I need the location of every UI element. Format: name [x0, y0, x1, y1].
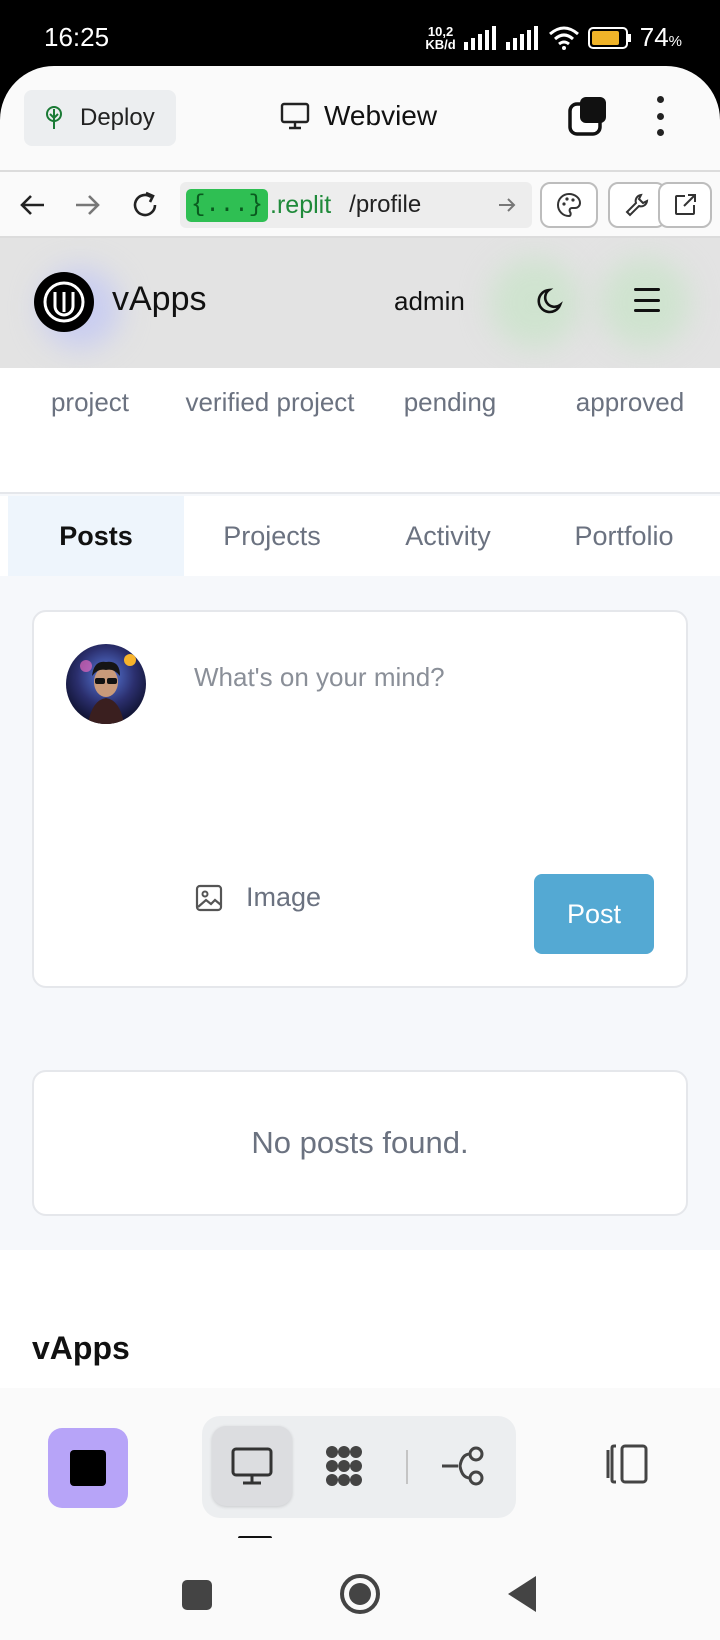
- view-switcher: [202, 1416, 516, 1518]
- recents-icon[interactable]: [182, 1580, 212, 1610]
- stop-icon: [70, 1450, 106, 1486]
- git-tab[interactable]: [424, 1426, 504, 1506]
- deploy-button[interactable]: Deploy: [24, 90, 176, 146]
- url-bar: {...} .replit /profile: [0, 170, 720, 238]
- divider: [406, 1450, 408, 1484]
- tab-portfolio[interactable]: Portfolio: [536, 496, 712, 576]
- palette-icon: [557, 192, 582, 218]
- battery-percent: 74%: [639, 22, 682, 52]
- webview-tab[interactable]: [212, 1426, 292, 1506]
- more-options-icon[interactable]: [648, 96, 672, 136]
- webview-title[interactable]: Webview: [280, 100, 437, 132]
- tabs-icon[interactable]: [568, 96, 608, 136]
- url-domain: .replit: [270, 190, 332, 219]
- go-arrow-icon[interactable]: [496, 194, 518, 216]
- bg-blob: [490, 258, 580, 348]
- add-image-button[interactable]: Image: [194, 882, 321, 913]
- dock-panel-icon[interactable]: [604, 1444, 652, 1484]
- tab-projects[interactable]: Projects: [184, 496, 360, 576]
- stat-verified-project: verified project: [185, 387, 355, 417]
- app-brand[interactable]: vApps: [112, 280, 207, 319]
- wrench-icon: [625, 193, 649, 217]
- monitor-icon: [231, 1447, 273, 1485]
- app-header: vApps admin: [0, 238, 720, 368]
- tab-activity[interactable]: Activity: [360, 496, 536, 576]
- avatar-image: [66, 644, 146, 724]
- avatar[interactable]: [66, 644, 146, 724]
- replit-bottom-toolbar: [0, 1388, 720, 1540]
- url-input[interactable]: {...} .replit /profile: [180, 182, 532, 228]
- battery-icon: [587, 26, 631, 49]
- agent-icon: [326, 1446, 362, 1486]
- stat-project: project: [50, 387, 130, 417]
- theme-palette-button[interactable]: [540, 182, 598, 228]
- webview-label: Webview: [324, 100, 438, 131]
- open-external-button[interactable]: [658, 182, 712, 228]
- stat-pending: pending: [403, 387, 497, 417]
- post-composer: What's on your mind? Image Post: [32, 610, 688, 988]
- logo-mark-icon: [43, 281, 85, 323]
- status-bar: 16:25 10,2 KB/d 74%: [0, 0, 720, 72]
- network-speed: 10,2 KB/d: [425, 23, 456, 52]
- stat-approved: approved: [575, 387, 685, 417]
- replit-header: Deploy Webview: [0, 66, 720, 170]
- menu-icon[interactable]: [634, 288, 660, 312]
- url-badge: {...}: [186, 188, 269, 222]
- wifi-icon: [548, 26, 579, 50]
- branch-icon: [442, 1446, 484, 1486]
- image-icon: [195, 884, 223, 911]
- image-label: Image: [246, 882, 322, 912]
- signal-icon: [463, 25, 496, 50]
- agent-tab[interactable]: [304, 1426, 384, 1506]
- footer-brand[interactable]: vApps: [32, 1330, 130, 1367]
- deploy-icon: [46, 106, 62, 129]
- tab-posts[interactable]: Posts: [8, 496, 184, 576]
- moon-icon[interactable]: [536, 286, 566, 316]
- status-time: 16:25: [44, 22, 110, 52]
- android-nav-bar: [0, 1538, 720, 1640]
- deploy-label: Deploy: [80, 104, 155, 131]
- post-input[interactable]: What's on your mind?: [194, 662, 445, 693]
- back-icon[interactable]: [508, 1576, 536, 1612]
- status-icons: 10,2 KB/d 74%: [425, 22, 682, 53]
- app-logo[interactable]: [34, 272, 94, 332]
- stop-button[interactable]: [48, 1428, 128, 1508]
- post-button[interactable]: Post: [534, 874, 654, 954]
- profile-stats: project verified project pending approve…: [0, 368, 720, 494]
- empty-state: No posts found.: [32, 1070, 688, 1216]
- forward-arrow-icon[interactable]: [72, 190, 102, 220]
- user-name[interactable]: admin: [394, 286, 465, 317]
- reload-icon[interactable]: [130, 190, 160, 220]
- url-path: /profile: [349, 191, 422, 218]
- home-icon[interactable]: [340, 1574, 380, 1614]
- external-link-icon: [675, 194, 696, 215]
- site-footer: vApps: [0, 1250, 720, 1388]
- monitor-icon: [280, 102, 310, 130]
- signal-icon-2: [505, 25, 538, 50]
- webview-content: vApps admin project verified project pen…: [0, 238, 720, 1388]
- profile-tabs: Posts Projects Activity Portfolio: [0, 496, 720, 576]
- back-arrow-icon[interactable]: [18, 190, 48, 220]
